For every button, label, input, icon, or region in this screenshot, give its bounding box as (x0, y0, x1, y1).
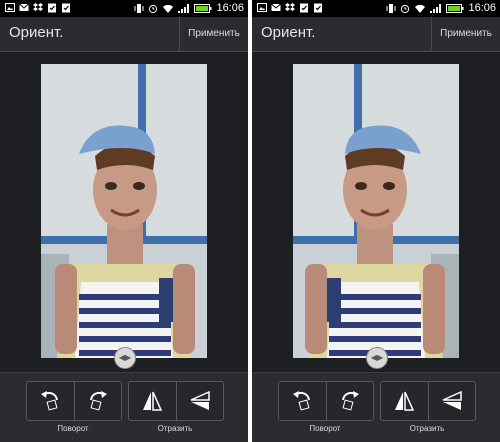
flip-vertical-button[interactable] (427, 382, 476, 420)
status-bar: 16:06 (252, 0, 500, 17)
signal-icon (178, 4, 190, 13)
rotate-group (26, 381, 122, 421)
phone-screen-original: 16:06 Ориент. Применить ◀▶ Поворот Отраз… (0, 0, 248, 442)
image-icon (257, 3, 267, 12)
rotate-left-icon (293, 391, 311, 411)
flip-vertical-button[interactable] (175, 382, 224, 420)
battery-icon (194, 4, 212, 13)
bottom-toolbar: Поворот Отразить (252, 372, 500, 442)
screen-title: Ориент. (261, 24, 316, 41)
rotate-left-button[interactable] (279, 382, 326, 420)
wifi-icon (163, 4, 174, 13)
rotate-left-icon (41, 391, 59, 411)
flip-label: Отразить (157, 424, 193, 433)
task-icon (62, 3, 70, 13)
comparison-container: 16:06 Ориент. Применить ◀▶ Поворот Отраз… (0, 0, 500, 442)
action-bar: Ориент. Применить (252, 17, 500, 52)
flip-group (128, 381, 224, 421)
task-icon (314, 3, 322, 13)
rotate-right-icon (341, 391, 359, 411)
photo-preview-mirrored[interactable] (293, 64, 459, 358)
flip-horizontal-icon (143, 391, 163, 411)
photo-slider-handle[interactable]: ◀▶ (366, 347, 388, 369)
vibrate-icon (134, 4, 144, 13)
status-time: 16:06 (468, 2, 496, 14)
signal-icon (430, 4, 442, 13)
rotate-left-button[interactable] (27, 382, 74, 420)
alarm-icon (401, 4, 410, 14)
status-time: 16:06 (216, 2, 244, 14)
clipboard-check-icon (300, 3, 308, 13)
rotate-right-icon (89, 391, 107, 411)
action-bar: Ориент. Применить (0, 17, 248, 52)
flip-horizontal-button[interactable] (381, 382, 428, 420)
status-bar: 16:06 (0, 0, 248, 17)
flip-vertical-icon (442, 390, 462, 410)
photo-slider-handle[interactable]: ◀▶ (114, 347, 136, 369)
flip-vertical-icon (190, 390, 210, 410)
vibrate-icon (386, 4, 396, 13)
rotate-right-button[interactable] (73, 382, 122, 420)
photo-preview[interactable] (41, 64, 207, 358)
apply-button[interactable]: Применить (179, 17, 248, 51)
bottom-toolbar: Поворот Отразить (0, 372, 248, 442)
image-icon (5, 3, 15, 12)
clipboard-check-icon (48, 3, 56, 13)
apply-button[interactable]: Применить (431, 17, 500, 51)
rotate-right-button[interactable] (325, 382, 374, 420)
dropbox-icon (33, 3, 43, 11)
phone-screen-mirrored: 16:06 Ориент. Применить ◀▶ Поворот Отраз… (252, 0, 500, 442)
wifi-icon (415, 4, 426, 13)
alarm-icon (149, 4, 158, 14)
screen-title: Ориент. (9, 24, 64, 41)
flip-horizontal-icon (395, 391, 415, 411)
dropbox-icon (285, 3, 295, 11)
flip-horizontal-button[interactable] (129, 382, 176, 420)
battery-icon (446, 4, 464, 13)
rotate-label: Поворот (57, 424, 89, 433)
mail-icon (19, 3, 29, 11)
flip-label: Отразить (409, 424, 445, 433)
mail-icon (271, 3, 281, 11)
rotate-label: Поворот (309, 424, 341, 433)
flip-group (380, 381, 476, 421)
rotate-group (278, 381, 374, 421)
